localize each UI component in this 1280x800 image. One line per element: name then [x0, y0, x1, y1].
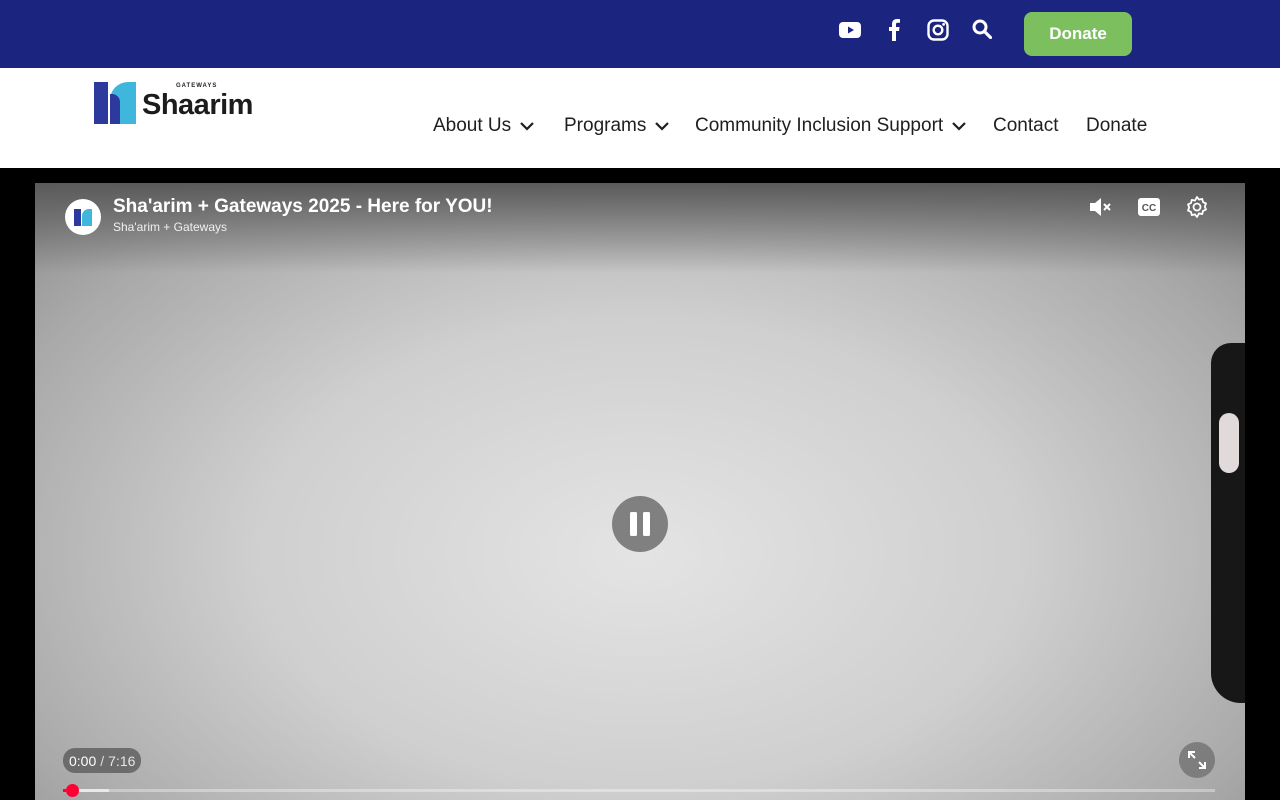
nav-contact[interactable]: Contact [993, 114, 1058, 138]
channel-avatar[interactable] [65, 199, 101, 235]
current-time: 0:00 [69, 752, 97, 769]
shaarim-logo[interactable]: GATEWAYS Shaarim [94, 81, 253, 127]
progress-scrubber-handle[interactable] [66, 784, 80, 797]
fullscreen-icon [1188, 751, 1206, 769]
chevron-down-icon [952, 122, 966, 131]
time-separator: / [100, 752, 105, 769]
video-channel-name[interactable]: Sha'arim + Gateways [113, 220, 227, 234]
search-icon[interactable] [968, 15, 996, 43]
top-utility-bar: Donate [0, 0, 1280, 68]
embedded-video-player[interactable]: Sha'arim + Gateways 2025 - Here for YOU!… [35, 183, 1245, 800]
nav-donate[interactable]: Donate [1086, 114, 1147, 138]
fullscreen-button[interactable] [1179, 742, 1215, 778]
facebook-icon[interactable] [880, 16, 908, 44]
muted-speaker-icon[interactable] [1087, 193, 1115, 221]
nav-label: Contact [993, 115, 1059, 136]
youtube-icon[interactable] [836, 16, 864, 44]
settings-gear-icon[interactable] [1183, 193, 1211, 221]
progress-bar[interactable] [63, 784, 1215, 797]
svg-text:CC: CC [1142, 203, 1156, 214]
nav-about-us[interactable]: About Us [433, 114, 535, 138]
chevron-down-icon [655, 122, 670, 131]
logo-mark-accent [110, 82, 136, 124]
nav-label: Community Inclusion Support [695, 115, 944, 136]
nav-label: Programs [564, 115, 647, 136]
nav-label: Donate [1086, 115, 1148, 136]
pause-button[interactable] [612, 496, 668, 552]
donate-button-top[interactable]: Donate [1024, 12, 1132, 56]
video-frame-person [1211, 343, 1245, 703]
instagram-icon[interactable] [924, 16, 952, 44]
nav-programs[interactable]: Programs [564, 114, 670, 138]
video-title[interactable]: Sha'arim + Gateways 2025 - Here for YOU! [113, 196, 493, 218]
chevron-down-icon [520, 122, 534, 131]
time-display: 0:00 / 7:16 [63, 748, 142, 773]
closed-captions-icon[interactable]: CC [1135, 193, 1163, 221]
nav-label: About Us [433, 115, 512, 136]
logo-mark [94, 82, 108, 124]
site-header: GATEWAYS Shaarim About Us Programs Commu… [0, 68, 1280, 168]
nav-community-inclusion-support[interactable]: Community Inclusion Support [695, 114, 967, 138]
logo-wordmark: Shaarim [142, 89, 253, 121]
pause-icon [630, 512, 650, 536]
video-frame-person-arm [1219, 413, 1239, 473]
video-duration: 7:16 [108, 752, 136, 769]
